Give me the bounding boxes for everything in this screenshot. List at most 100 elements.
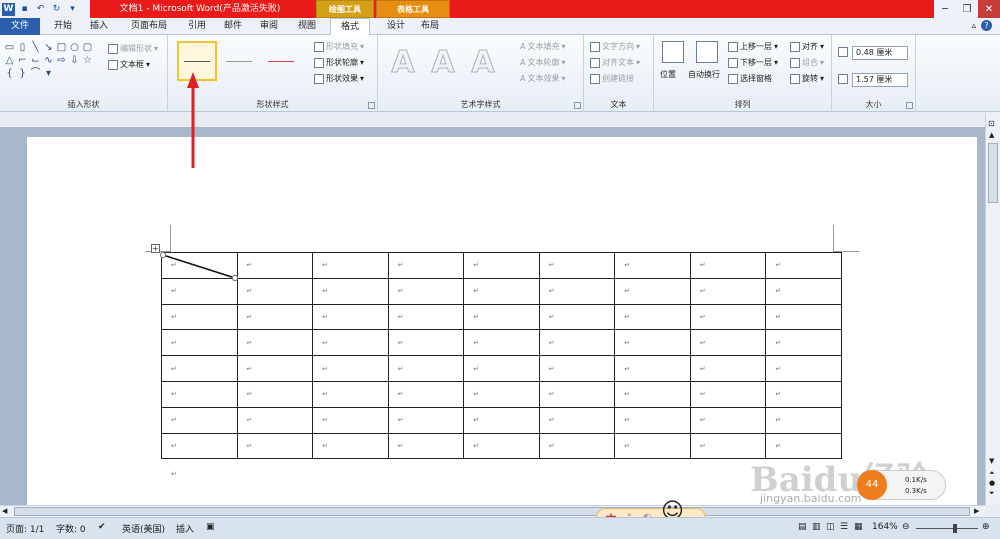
table-cell[interactable]: ↵ [161, 303, 238, 331]
table-cell[interactable]: ↵ [312, 432, 389, 460]
page-count[interactable]: 页面: 1/1 [6, 522, 44, 535]
tab-design[interactable]: 设计 [380, 18, 412, 35]
align-button[interactable]: 对齐 ▾ [790, 41, 824, 52]
table-cell[interactable]: ↵ [236, 432, 314, 460]
document-table[interactable]: ↵ ↵ ↵ ↵ ↵ ↵ ↵ ↵ ↵ ↵ ↵ ↵ ↵ ↵ ↵ ↵ ↵ ↵ ↵ ↵ ↵ ↵ ↵ ↵ ↵ ↵ ↵ ↵ ↵ ↵ ↵ ↵ ↵ ↵ ↵ ↵ ↵ ↵ ↵ ↵… [161, 252, 842, 460]
table-cell[interactable]: ↵ [538, 355, 616, 382]
proofing-icon[interactable]: ✔ [98, 522, 106, 532]
rounded-rect-shape-icon[interactable]: ▢ [82, 42, 93, 53]
vertical-scrollbar[interactable]: ⊡ ▲ ▼ ⏶ ● ⏷ [985, 113, 1000, 505]
table-cell[interactable]: ↵ [236, 303, 314, 331]
curve-shape-icon[interactable]: ∿ [43, 55, 54, 66]
table-cell[interactable]: ↵ [765, 252, 842, 279]
text-box-button[interactable]: 文本框 ▾ [108, 59, 150, 70]
table-cell[interactable]: ↵ [312, 329, 389, 357]
diagonal-line-shape[interactable] [159, 251, 241, 282]
print-layout-view-icon[interactable]: ▤ [798, 522, 807, 532]
scroll-down-icon[interactable]: ▼ [989, 457, 994, 465]
table-cell[interactable]: ↵ [463, 329, 540, 357]
table-cell[interactable]: ↵ [463, 355, 540, 382]
table-cell[interactable]: ↵ [236, 277, 314, 305]
vertical-scroll-thumb[interactable] [988, 143, 998, 203]
table-cell[interactable]: ↵ [387, 380, 465, 408]
shape-outline-button[interactable]: 形状轮廓 ▾ [314, 57, 364, 68]
shape-style-2[interactable] [219, 41, 259, 81]
connector-shape-icon[interactable]: ⌐ [17, 55, 28, 66]
text-fill-button[interactable]: A 文本填充 ▾ [520, 41, 566, 52]
table-cell[interactable]: ↵ [689, 329, 767, 357]
table-cell[interactable]: ↵ [614, 432, 691, 460]
triangle-shape-icon[interactable]: △ [4, 55, 15, 66]
shape-height-input[interactable]: 0.48 厘米 [852, 46, 908, 60]
table-cell[interactable]: ↵ [236, 329, 314, 357]
table-cell[interactable]: ↵ [689, 380, 767, 408]
table-cell[interactable]: ↵ [689, 406, 767, 434]
table-cell[interactable]: ↵ [463, 380, 540, 408]
minimize-icon[interactable]: ─ [934, 0, 956, 18]
zoom-slider[interactable] [916, 528, 978, 529]
language-status[interactable]: 英语(美国) [122, 522, 165, 535]
table-cell[interactable]: ↵ [614, 406, 691, 434]
line-shape-icon[interactable]: ╲ [30, 42, 41, 53]
text-effects-button[interactable]: A 文本效果 ▾ [520, 73, 566, 84]
table-cell[interactable]: ↵ [765, 355, 842, 382]
line-start-handle[interactable] [159, 251, 167, 259]
art-styles-launcher-icon[interactable] [574, 102, 581, 109]
previous-page-icon[interactable]: ⏶ [989, 469, 995, 478]
table-cell[interactable]: ↵ [312, 303, 389, 331]
art-style-3[interactable]: A [464, 43, 502, 83]
table-cell[interactable]: ↵ [161, 277, 238, 305]
save-icon[interactable]: ▪ [18, 3, 31, 16]
insert-mode-status[interactable]: 插入 [176, 522, 194, 535]
table-cell[interactable]: ↵ [765, 406, 842, 434]
table-cell[interactable]: ↵ [387, 277, 465, 305]
align-text-button[interactable]: 对齐文本 ▾ [590, 57, 640, 68]
scroll-left-icon[interactable]: ◀ [2, 507, 7, 515]
tab-view[interactable]: 视图 [290, 18, 324, 35]
table-cell[interactable]: ↵ [312, 355, 389, 382]
zoom-level[interactable]: 164% [872, 522, 898, 532]
table-cell[interactable]: ↵ [387, 432, 465, 460]
oval-shape-icon[interactable]: ○ [69, 42, 80, 53]
table-cell[interactable]: ↵ [387, 303, 465, 331]
down-arrow-shape-icon[interactable]: ⇩ [69, 55, 80, 66]
ruler-toggle-icon[interactable]: ⊡ [988, 119, 995, 128]
brace-close-shape-icon[interactable]: } [17, 68, 28, 79]
table-cell[interactable]: ↵ [161, 329, 238, 357]
table-cell[interactable]: ↵ [614, 355, 691, 382]
table-cell[interactable]: ↵ [161, 380, 238, 408]
zoom-out-icon[interactable]: ⊖ [902, 522, 910, 532]
wrap-text-button[interactable]: 自动换行 [688, 69, 720, 80]
scroll-right-icon[interactable]: ▶ [974, 507, 979, 515]
table-cell[interactable]: ↵ [463, 303, 540, 331]
table-cell[interactable]: ↵ [387, 406, 465, 434]
table-cell[interactable]: ↵ [463, 252, 540, 279]
table-cell[interactable]: ↵ [614, 277, 691, 305]
group-button[interactable]: 组合 ▾ [790, 57, 824, 68]
vertical-text-shape-icon[interactable]: ▯ [17, 42, 28, 53]
table-cell[interactable]: ↵ [312, 406, 389, 434]
shape-style-3[interactable] [261, 41, 301, 81]
close-icon[interactable]: ✕ [978, 0, 1000, 18]
tab-format[interactable]: 格式 [330, 18, 370, 36]
table-cell[interactable]: ↵ [614, 329, 691, 357]
table-cell[interactable]: ↵ [161, 406, 238, 434]
full-screen-view-icon[interactable]: ▥ [812, 522, 821, 532]
table-cell[interactable]: ↵ [236, 355, 314, 382]
elbow-shape-icon[interactable]: ⌙ [30, 55, 41, 66]
text-outline-button[interactable]: A 文本轮廓 ▾ [520, 57, 566, 68]
table-cell[interactable]: ↵ [463, 432, 540, 460]
scroll-up-icon[interactable]: ▲ [989, 131, 994, 139]
table-cell[interactable]: ↵ [689, 277, 767, 305]
arrow-shape-icon[interactable]: ↘ [43, 42, 54, 53]
macro-record-icon[interactable]: ▣ [206, 522, 215, 532]
table-cell[interactable]: ↵ [463, 277, 540, 305]
restore-icon[interactable]: ❐ [956, 0, 978, 18]
tab-home[interactable]: 开始 [46, 18, 80, 35]
selection-pane-button[interactable]: 选择窗格 [728, 73, 772, 84]
more-shapes-icon[interactable]: ▾ [43, 68, 54, 79]
next-page-icon[interactable]: ⏷ [989, 489, 995, 498]
redo-icon[interactable]: ↻ [50, 3, 63, 16]
edit-shape-button[interactable]: 编辑形状 ▾ [108, 43, 158, 54]
shape-gallery[interactable]: ▭ ▯ ╲ ↘ □ ○ ▢ △ ⌐ ⌙ ∿ ⇨ ⇩ ☆ { } ⌒ ▾ [4, 42, 94, 79]
